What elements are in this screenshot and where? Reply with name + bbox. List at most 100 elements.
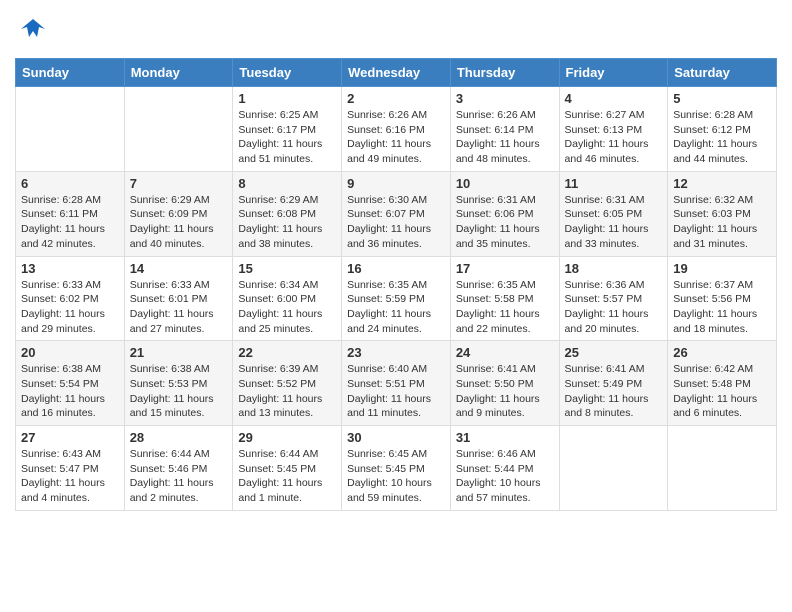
calendar-cell: 17Sunrise: 6:35 AMSunset: 5:58 PMDayligh… (450, 256, 559, 341)
day-number: 27 (21, 430, 119, 445)
calendar-cell: 26 Sunrise: 6:42 AMSunset: 5:48 PMDayligh… (668, 341, 777, 426)
day-number: 20 (21, 345, 119, 360)
cell-content: Sunrise: 6:25 AMSunset: 6:17 PMDaylight:… (238, 108, 336, 167)
calendar-week-row: 27 Sunrise: 6:43 AMSunset: 5:47 PMDayligh… (16, 426, 777, 511)
calendar-cell: 19 Sunrise: 6:37 AMSunset: 5:56 PMDayligh… (668, 256, 777, 341)
day-number: 9 (347, 176, 445, 191)
cell-content: Sunrise: 6:41 AMSunset: 5:50 PMDaylight:… (456, 362, 554, 421)
cell-content: Sunrise: 6:44 AMSunset: 5:45 PMDaylight:… (238, 447, 336, 506)
cell-content: Sunrise: 6:27 AMSunset: 6:13 PMDaylight:… (565, 108, 663, 167)
day-number: 26 (673, 345, 771, 360)
calendar-cell: 7Sunrise: 6:29 AMSunset: 6:09 PMDaylight… (124, 171, 233, 256)
calendar-header-friday: Friday (559, 59, 668, 87)
calendar-cell: 8 Sunrise: 6:29 AMSunset: 6:08 PMDaylight… (233, 171, 342, 256)
cell-content: Sunrise: 6:35 AMSunset: 5:59 PMDaylight:… (347, 278, 445, 337)
cell-content: Sunrise: 6:33 AMSunset: 6:01 PMDaylight:… (130, 278, 228, 337)
cell-content: Sunrise: 6:40 AMSunset: 5:51 PMDaylight:… (347, 362, 445, 421)
cell-content: Sunrise: 6:30 AMSunset: 6:07 PMDaylight:… (347, 193, 445, 252)
day-number: 12 (673, 176, 771, 191)
cell-content: Sunrise: 6:33 AMSunset: 6:02 PMDaylight:… (21, 278, 119, 337)
day-number: 13 (21, 261, 119, 276)
calendar-header-row: SundayMondayTuesdayWednesdayThursdayFrid… (16, 59, 777, 87)
day-number: 24 (456, 345, 554, 360)
calendar-cell: 13 Sunrise: 6:33 AMSunset: 6:02 PMDayligh… (16, 256, 125, 341)
calendar-cell: 12 Sunrise: 6:32 AMSunset: 6:03 PMDayligh… (668, 171, 777, 256)
cell-content: Sunrise: 6:34 AMSunset: 6:00 PMDaylight:… (238, 278, 336, 337)
calendar-cell: 9 Sunrise: 6:30 AMSunset: 6:07 PMDaylight… (342, 171, 451, 256)
day-number: 2 (347, 91, 445, 106)
cell-content: Sunrise: 6:29 AMSunset: 6:08 PMDaylight:… (238, 193, 336, 252)
cell-content: Sunrise: 6:44 AMSunset: 5:46 PMDaylight:… (130, 447, 228, 506)
calendar-cell: 24 Sunrise: 6:41 AMSunset: 5:50 PMDayligh… (450, 341, 559, 426)
cell-content: Sunrise: 6:36 AMSunset: 5:57 PMDaylight:… (565, 278, 663, 337)
day-number: 4 (565, 91, 663, 106)
logo (15, 15, 47, 48)
day-number: 14 (130, 261, 228, 276)
calendar-cell: 28 Sunrise: 6:44 AMSunset: 5:46 PMDayligh… (124, 426, 233, 511)
cell-content: Sunrise: 6:31 AMSunset: 6:06 PMDaylight:… (456, 193, 554, 252)
cell-content: Sunrise: 6:28 AMSunset: 6:11 PMDaylight:… (21, 193, 119, 252)
day-number: 23 (347, 345, 445, 360)
day-number: 10 (456, 176, 554, 191)
calendar-cell: 27 Sunrise: 6:43 AMSunset: 5:47 PMDayligh… (16, 426, 125, 511)
calendar-week-row: 13 Sunrise: 6:33 AMSunset: 6:02 PMDayligh… (16, 256, 777, 341)
cell-content: Sunrise: 6:35 AMSunset: 5:58 PMDaylight:… (456, 278, 554, 337)
calendar-cell (16, 87, 125, 172)
header (15, 15, 777, 48)
day-number: 19 (673, 261, 771, 276)
calendar-header-sunday: Sunday (16, 59, 125, 87)
day-number: 25 (565, 345, 663, 360)
day-number: 11 (565, 176, 663, 191)
cell-content: Sunrise: 6:28 AMSunset: 6:12 PMDaylight:… (673, 108, 771, 167)
day-number: 6 (21, 176, 119, 191)
cell-content: Sunrise: 6:42 AMSunset: 5:48 PMDaylight:… (673, 362, 771, 421)
cell-content: Sunrise: 6:31 AMSunset: 6:05 PMDaylight:… (565, 193, 663, 252)
calendar-cell (124, 87, 233, 172)
calendar-week-row: 20 Sunrise: 6:38 AMSunset: 5:54 PMDayligh… (16, 341, 777, 426)
calendar-cell: 10 Sunrise: 6:31 AMSunset: 6:06 PMDayligh… (450, 171, 559, 256)
day-number: 16 (347, 261, 445, 276)
calendar-week-row: 1 Sunrise: 6:25 AMSunset: 6:17 PMDaylight… (16, 87, 777, 172)
cell-content: Sunrise: 6:37 AMSunset: 5:56 PMDaylight:… (673, 278, 771, 337)
calendar-cell: 21Sunrise: 6:38 AMSunset: 5:53 PMDayligh… (124, 341, 233, 426)
cell-content: Sunrise: 6:26 AMSunset: 6:16 PMDaylight:… (347, 108, 445, 167)
calendar-cell (668, 426, 777, 511)
calendar-cell: 14 Sunrise: 6:33 AMSunset: 6:01 PMDayligh… (124, 256, 233, 341)
day-number: 21 (130, 345, 228, 360)
calendar-table: SundayMondayTuesdayWednesdayThursdayFrid… (15, 58, 777, 511)
calendar-cell: 25 Sunrise: 6:41 AMSunset: 5:49 PMDayligh… (559, 341, 668, 426)
logo-bird-icon (19, 15, 47, 43)
cell-content: Sunrise: 6:39 AMSunset: 5:52 PMDaylight:… (238, 362, 336, 421)
cell-content: Sunrise: 6:38 AMSunset: 5:54 PMDaylight:… (21, 362, 119, 421)
day-number: 28 (130, 430, 228, 445)
calendar-header-monday: Monday (124, 59, 233, 87)
day-number: 3 (456, 91, 554, 106)
calendar-cell (559, 426, 668, 511)
calendar-header-thursday: Thursday (450, 59, 559, 87)
calendar-cell: 18 Sunrise: 6:36 AMSunset: 5:57 PMDayligh… (559, 256, 668, 341)
cell-content: Sunrise: 6:32 AMSunset: 6:03 PMDaylight:… (673, 193, 771, 252)
calendar-cell: 4 Sunrise: 6:27 AMSunset: 6:13 PMDaylight… (559, 87, 668, 172)
day-number: 1 (238, 91, 336, 106)
cell-content: Sunrise: 6:46 AMSunset: 5:44 PMDaylight:… (456, 447, 554, 506)
calendar-cell: 23 Sunrise: 6:40 AMSunset: 5:51 PMDayligh… (342, 341, 451, 426)
calendar-cell: 11 Sunrise: 6:31 AMSunset: 6:05 PMDayligh… (559, 171, 668, 256)
calendar-cell: 3Sunrise: 6:26 AMSunset: 6:14 PMDaylight… (450, 87, 559, 172)
day-number: 22 (238, 345, 336, 360)
calendar-week-row: 6 Sunrise: 6:28 AMSunset: 6:11 PMDaylight… (16, 171, 777, 256)
calendar-header-tuesday: Tuesday (233, 59, 342, 87)
calendar-cell: 1 Sunrise: 6:25 AMSunset: 6:17 PMDaylight… (233, 87, 342, 172)
day-number: 31 (456, 430, 554, 445)
calendar-cell: 16 Sunrise: 6:35 AMSunset: 5:59 PMDayligh… (342, 256, 451, 341)
cell-content: Sunrise: 6:45 AMSunset: 5:45 PMDaylight:… (347, 447, 445, 506)
calendar-cell: 30Sunrise: 6:45 AMSunset: 5:45 PMDayligh… (342, 426, 451, 511)
calendar-header-wednesday: Wednesday (342, 59, 451, 87)
cell-content: Sunrise: 6:41 AMSunset: 5:49 PMDaylight:… (565, 362, 663, 421)
day-number: 5 (673, 91, 771, 106)
day-number: 8 (238, 176, 336, 191)
cell-content: Sunrise: 6:29 AMSunset: 6:09 PMDaylight:… (130, 193, 228, 252)
main-container: SundayMondayTuesdayWednesdayThursdayFrid… (0, 0, 792, 521)
calendar-cell: 22 Sunrise: 6:39 AMSunset: 5:52 PMDayligh… (233, 341, 342, 426)
day-number: 18 (565, 261, 663, 276)
cell-content: Sunrise: 6:43 AMSunset: 5:47 PMDaylight:… (21, 447, 119, 506)
